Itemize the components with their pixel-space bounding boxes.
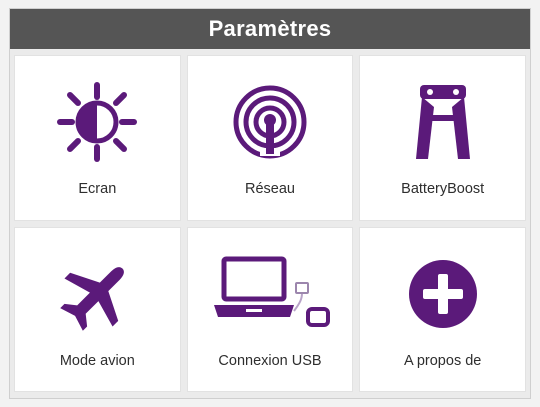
tile-label: Connexion USB [218, 352, 322, 369]
title-bar: Paramètres [10, 9, 530, 49]
window-title: Paramètres [208, 16, 332, 41]
tile-a-propos[interactable]: A propos de [359, 226, 526, 392]
tile-mode-avion[interactable]: Mode avion [14, 226, 181, 392]
tile-batteryboost[interactable]: BatteryBoost [359, 55, 526, 221]
plus-circle-icon [405, 251, 481, 337]
tile-label: A propos de [403, 352, 482, 369]
tile-connexion-usb[interactable]: Connexion USB [186, 226, 354, 392]
brightness-icon [56, 79, 138, 165]
wireless-signal-icon [230, 79, 310, 165]
laptop-usb-icon [210, 251, 330, 337]
settings-window: Paramètres Ecran Réseau BatteryBoost Mod… [9, 8, 531, 399]
tile-label: Ecran [78, 181, 117, 197]
tile-reseau[interactable]: Réseau [186, 55, 354, 221]
settings-grid: Ecran Réseau BatteryBoost Mode avion Con… [14, 55, 526, 392]
tile-label: BatteryBoost [401, 181, 485, 197]
tile-label: Réseau [245, 181, 295, 197]
tile-label: Mode avion [59, 352, 135, 369]
airplane-icon [57, 251, 137, 337]
jumper-clamps-icon [408, 79, 478, 165]
tile-ecran[interactable]: Ecran [14, 55, 181, 221]
